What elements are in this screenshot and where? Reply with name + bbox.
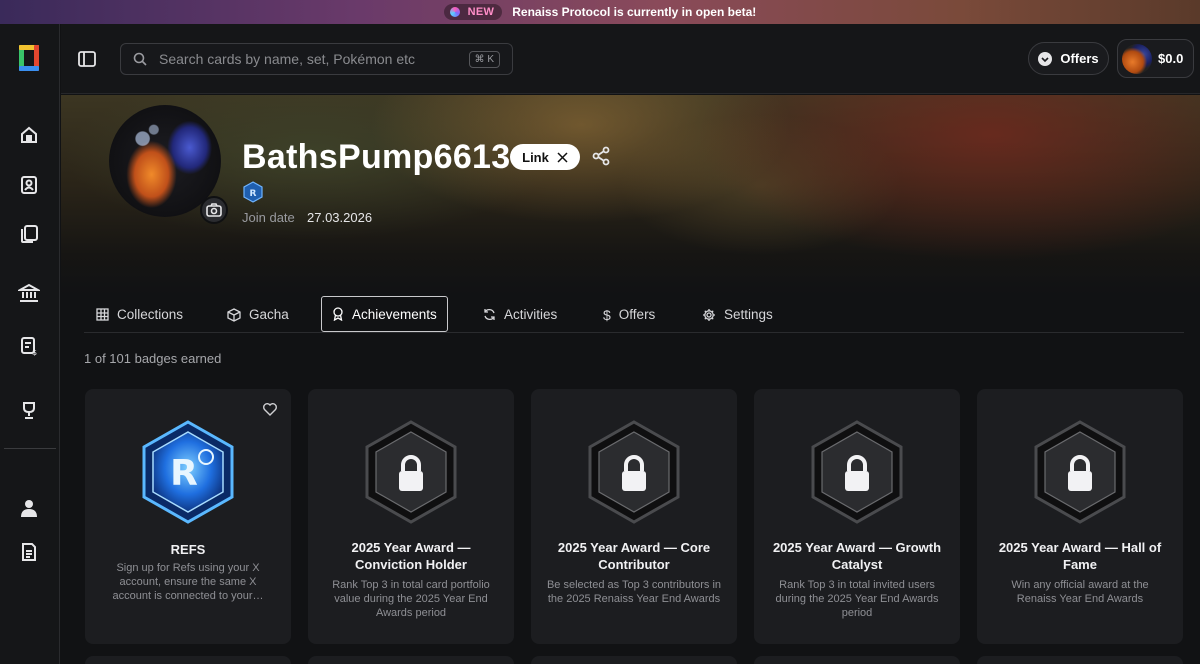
search-shortcut: ⌘ K [468,51,500,68]
offers-button[interactable]: Offers [1028,42,1109,75]
achievement-card[interactable]: 2025 Year Award — Conviction Holder Rank… [308,389,514,644]
achievement-title: REFS [170,542,206,557]
achievement-card[interactable]: 2025 Year Award — Hall of Fame Win any o… [977,389,1183,644]
profile-icon[interactable] [18,497,40,519]
bank-icon[interactable] [18,282,40,304]
tab-settings[interactable]: Settings [692,297,783,332]
heart-icon[interactable] [262,401,278,417]
marketplace-icon[interactable]: $ [18,335,40,357]
achievement-card-partial[interactable] [754,656,960,664]
top-header: ⌘ K Offers $0.0 [61,24,1200,94]
svg-text:$: $ [32,348,37,356]
achievement-card[interactable]: 2025 Year Award — Growth Catalyst Rank T… [754,389,960,644]
link-x-button[interactable]: Link [510,144,580,170]
new-pill: NEW [443,4,503,20]
achievement-desc: Win any official award at the Renaiss Ye… [1011,579,1149,605]
svg-text:R: R [250,189,257,199]
join-date-label: Join date [242,210,295,225]
tab-label: Achievements [352,306,437,322]
change-avatar-button[interactable] [200,196,228,224]
refs-badge-small-icon[interactable]: R [243,181,263,203]
badges-earned-count: 1 of 101 badges earned [84,351,222,366]
tab-gacha[interactable]: Gacha [217,297,299,332]
sidebar-toggle-icon[interactable] [77,49,97,69]
locked-badge-icon [584,417,684,527]
achievement-title: 2025 Year Award — Hall of Fame [998,540,1162,572]
locked-badge-icon [807,417,907,527]
sidebar: $ [0,24,60,664]
achievement-title: 2025 Year Award — Core Contributor [557,540,711,572]
achievement-card-partial[interactable] [308,656,514,664]
offers-label: Offers [1060,51,1099,66]
sidebar-divider [4,448,56,449]
tab-label: Offers [618,307,656,322]
link-label: Link [522,149,549,165]
announcement-banner[interactable]: NEW Renaiss Protocol is currently in ope… [0,0,1200,24]
refs-badge-icon: R [138,417,238,527]
tab-label: Activities [504,307,558,322]
tab-label: Gacha [249,307,289,322]
achievement-title: 2025 Year Award — Growth Catalyst [772,540,942,572]
achievement-desc: Rank Top 3 in total card portfolio value… [332,579,490,619]
dollar-icon: $ [603,306,611,323]
tab-label: Settings [724,307,773,322]
achievement-card[interactable]: 2025 Year Award — Core Contributor Be se… [531,389,737,644]
achievement-card-partial[interactable] [531,656,737,664]
wallet-avatar [1122,43,1152,74]
join-date-value: 27.03.2026 [307,210,373,225]
search-input[interactable] [159,51,459,67]
achievement-card-partial[interactable] [85,656,291,664]
search-icon [133,52,147,66]
achievement-card[interactable]: R REFS Sign up for Refs using your X acc… [85,389,291,644]
camera-icon [206,203,222,217]
tab-achievements[interactable]: Achievements [321,296,448,332]
app-logo-icon[interactable] [17,42,41,74]
award-icon [333,307,343,321]
wallet-balance: $0.0 [1158,51,1184,66]
achievement-card-partial[interactable] [977,656,1183,664]
docs-icon[interactable] [18,541,40,563]
locked-badge-icon [361,417,461,527]
profile-banner [61,95,1200,295]
offers-icon [1038,51,1053,66]
collection-icon[interactable] [18,223,40,245]
gear-icon [703,308,715,321]
tab-offers[interactable]: $ Offers [593,297,665,332]
wallet-button[interactable]: $0.0 [1117,39,1194,78]
achievement-desc: Be selected as Top 3 contributors in the… [546,579,722,605]
new-tag: NEW [467,6,495,18]
trophy-icon[interactable] [18,399,40,421]
x-logo-icon [557,151,568,163]
profile-username: BathsPump6613 [242,138,511,176]
home-icon[interactable] [18,124,40,146]
profile-tabs: Collections Gacha Achievements Activitie… [84,296,1184,333]
gacha-icon [227,307,241,322]
svg-text:R: R [170,453,198,494]
achievement-desc: Sign up for Refs using your X account, e… [112,562,264,602]
locked-badge-icon [1030,417,1130,527]
banner-message: Renaiss Protocol is currently in open be… [512,5,757,19]
tab-activities[interactable]: Activities [473,297,567,332]
tab-collections[interactable]: Collections [86,297,193,332]
share-icon[interactable] [591,146,611,166]
search-bar[interactable]: ⌘ K [120,43,513,75]
achievement-title: 2025 Year Award — Conviction Holder [351,540,471,572]
achievement-desc: Rank Top 3 in total invited users during… [775,579,939,619]
new-dot-icon [449,7,460,17]
cards-icon[interactable] [18,174,40,196]
grid-icon [96,308,109,321]
refresh-icon [484,308,495,321]
tab-label: Collections [117,307,184,322]
